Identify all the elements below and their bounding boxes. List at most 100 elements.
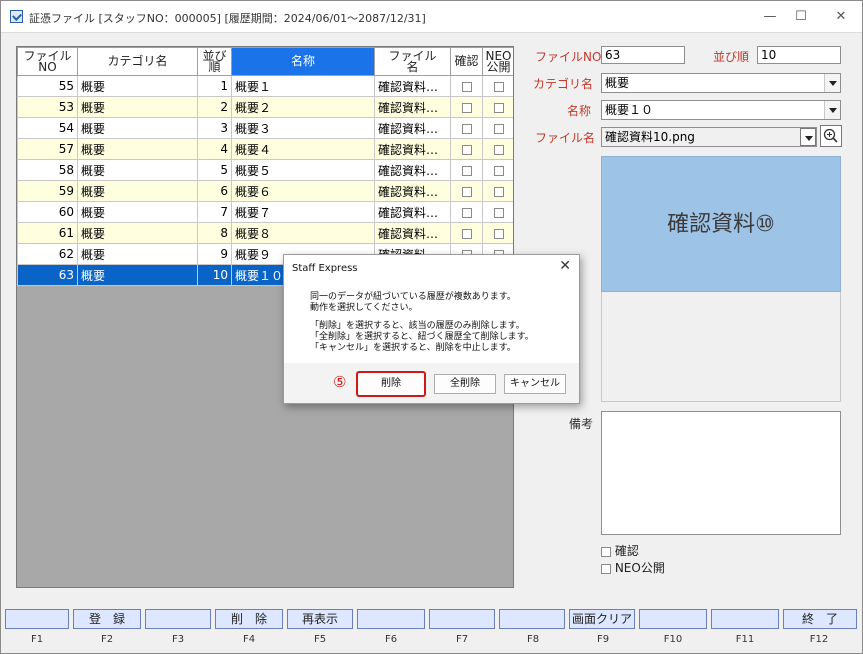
f1-button[interactable] — [5, 609, 69, 629]
neo-checkbox[interactable] — [493, 144, 504, 155]
dialog-close-button[interactable]: ✕ — [559, 258, 571, 274]
neo-checkbox[interactable] — [493, 123, 504, 134]
dialog-cancel-button[interactable]: キャンセル — [504, 374, 566, 394]
main-window: 証憑ファイル [スタッフNO：000005] [履歴期間：2024/06/01～… — [0, 0, 863, 654]
neo-check-row[interactable]: NEO公開 — [601, 559, 665, 576]
table-row[interactable]: 54 概要 3 概要３ 確認資料… — [17, 117, 513, 139]
zoom-in-icon — [823, 128, 838, 143]
redisplay-button[interactable]: 再表示 — [287, 609, 353, 629]
neo-checkbox[interactable] — [601, 563, 611, 574]
confirm-checkbox[interactable] — [601, 546, 611, 557]
cell-category: 概要 — [77, 201, 198, 223]
clear-screen-button[interactable]: 画面クリア — [569, 609, 635, 629]
cell-filename: 確認資料… — [374, 222, 451, 244]
close-button[interactable]: ✕ — [831, 7, 851, 27]
confirm-checkbox[interactable] — [461, 123, 472, 134]
table-row[interactable]: 55 概要 1 概要１ 確認資料… — [17, 75, 513, 97]
f6-button[interactable] — [357, 609, 425, 629]
f8-button[interactable] — [499, 609, 565, 629]
cell-file-no: 62 — [17, 243, 78, 265]
name-select[interactable]: 概要１０ — [601, 100, 841, 120]
zoom-button[interactable] — [820, 125, 842, 147]
cell-name: 概要２ — [231, 96, 375, 118]
f11-button[interactable] — [711, 609, 779, 629]
f10-button[interactable] — [639, 609, 707, 629]
cell-filename: 確認資料… — [374, 138, 451, 160]
header-category[interactable]: カテゴリ名 — [77, 47, 198, 76]
table-row[interactable]: 58 概要 5 概要５ 確認資料… — [17, 159, 513, 181]
minimize-button[interactable]: — — [760, 7, 780, 27]
cell-order: 3 — [197, 117, 232, 139]
neo-checkbox[interactable] — [493, 186, 504, 197]
cell-file-no: 57 — [17, 138, 78, 160]
table-row[interactable]: 53 概要 2 概要２ 確認資料… — [17, 96, 513, 118]
category-select-value: 概要 — [605, 76, 630, 90]
header-neo[interactable]: NEO 公開 — [482, 47, 513, 76]
confirm-checkbox[interactable] — [461, 144, 472, 155]
neo-checkbox[interactable] — [493, 81, 504, 92]
cell-file-no: 58 — [17, 159, 78, 181]
header-order[interactable]: 並び順 — [197, 47, 232, 76]
cell-filename: 確認資料… — [374, 159, 451, 181]
cell-category: 概要 — [77, 96, 198, 118]
f9-label: F9 — [596, 634, 610, 645]
filename-select-value: 確認資料10.png — [605, 130, 695, 144]
cell-order: 4 — [197, 138, 232, 160]
dialog-title: Staff Express — [292, 263, 358, 274]
f8-label: F8 — [526, 634, 540, 645]
table-row[interactable]: 60 概要 7 概要７ 確認資料… — [17, 201, 513, 223]
confirm-checkbox[interactable] — [461, 207, 472, 218]
header-confirm[interactable]: 確認 — [450, 47, 483, 76]
confirm-checkbox[interactable] — [461, 186, 472, 197]
maximize-button[interactable]: ☐ — [791, 7, 811, 27]
register-button[interactable]: 登 録 — [73, 609, 141, 629]
name-select-value: 概要１０ — [605, 103, 654, 117]
f7-button[interactable] — [429, 609, 495, 629]
window-title: 証憑ファイル [スタッフNO：000005] [履歴期間：2024/06/01～… — [29, 12, 426, 25]
f3-button[interactable] — [145, 609, 211, 629]
cell-name: 概要１ — [231, 75, 375, 97]
neo-checkbox[interactable] — [493, 102, 504, 113]
chevron-down-icon[interactable] — [824, 101, 840, 119]
title-bar: 証憑ファイル [スタッフNO：000005] [履歴期間：2024/06/01～… — [1, 1, 862, 33]
table-row[interactable]: 57 概要 4 概要４ 確認資料… — [17, 138, 513, 160]
header-name[interactable]: 名称 — [231, 47, 375, 76]
header-file-no[interactable]: ファイル NO — [17, 47, 78, 76]
chevron-down-icon[interactable] — [824, 74, 840, 92]
file-no-field[interactable]: 63 — [601, 46, 685, 64]
confirm-checkbox[interactable] — [461, 102, 472, 113]
table-row[interactable]: 61 概要 8 概要８ 確認資料… — [17, 222, 513, 244]
cell-order: 2 — [197, 96, 232, 118]
cell-category: 概要 — [77, 243, 198, 265]
cell-file-no: 55 — [17, 75, 78, 97]
chevron-down-icon[interactable] — [800, 128, 816, 146]
cell-order: 8 — [197, 222, 232, 244]
confirm-check-row[interactable]: 確認 — [601, 542, 639, 559]
filename-select[interactable]: 確認資料10.png — [601, 127, 817, 147]
f3-label: F3 — [171, 634, 185, 645]
category-select[interactable]: 概要 — [601, 73, 841, 93]
f12-label: F12 — [809, 634, 829, 645]
exit-button[interactable]: 終 了 — [783, 609, 857, 629]
header-filename[interactable]: ファイル名 — [374, 47, 451, 76]
neo-checkbox[interactable] — [493, 228, 504, 239]
table-row[interactable]: 59 概要 6 概要６ 確認資料… — [17, 180, 513, 202]
confirm-checkbox[interactable] — [461, 165, 472, 176]
memo-textarea[interactable] — [601, 411, 841, 535]
dialog-delete-button[interactable]: 削除 — [356, 371, 426, 397]
preview-area — [601, 292, 841, 402]
file-preview: 確認資料⑩ — [601, 156, 841, 292]
confirm-checkbox[interactable] — [461, 228, 472, 239]
order-field[interactable]: 10 — [757, 46, 841, 64]
cell-file-no: 63 — [17, 264, 78, 286]
neo-checkbox[interactable] — [493, 207, 504, 218]
delete-button[interactable]: 削 除 — [215, 609, 283, 629]
f4-label: F4 — [242, 634, 256, 645]
f11-label: F11 — [735, 634, 755, 645]
name-label: 名称 — [567, 104, 592, 118]
cell-order: 10 — [197, 264, 232, 286]
cell-filename: 確認資料… — [374, 180, 451, 202]
dialog-delete-all-button[interactable]: 全削除 — [434, 374, 496, 394]
neo-checkbox[interactable] — [493, 165, 504, 176]
confirm-checkbox[interactable] — [461, 81, 472, 92]
